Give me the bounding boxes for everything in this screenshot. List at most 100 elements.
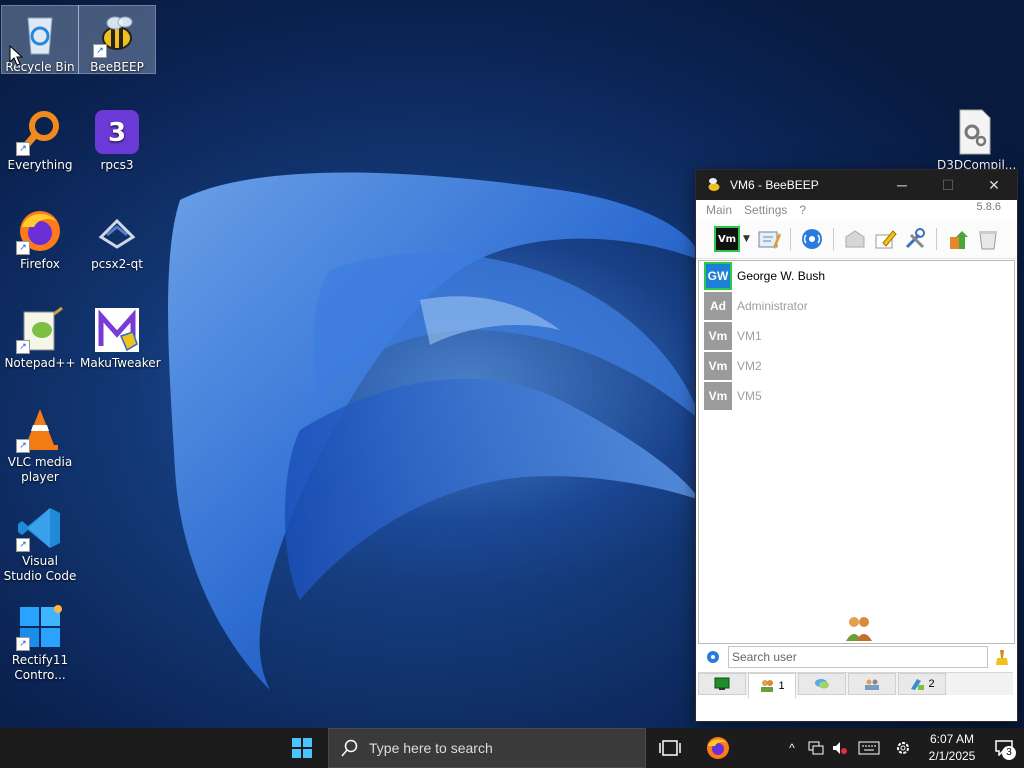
- firefox-icon: [707, 737, 729, 759]
- tab-groups[interactable]: [848, 673, 896, 695]
- tab-count: 2: [928, 678, 935, 690]
- taskbar: Type here to search ^ 6:07 AM 2/1/2025 3: [0, 728, 1024, 768]
- close-button[interactable]: ✕: [971, 170, 1017, 200]
- taskbar-search-placeholder: Type here to search: [369, 740, 493, 756]
- keyboard-icon[interactable]: [852, 728, 886, 768]
- desktop-icon-label: Visual Studio Code: [3, 554, 77, 583]
- task-view-button[interactable]: [646, 728, 694, 768]
- user-name: VM5: [737, 389, 762, 403]
- user-list[interactable]: GW George W. Bush Ad Administrator Vm VM…: [698, 260, 1015, 644]
- window-titlebar[interactable]: VM6 - BeeBEEP ─ ☐ ✕: [696, 170, 1017, 200]
- volume-muted-icon[interactable]: [828, 728, 852, 768]
- settings-gear-icon[interactable]: [886, 728, 920, 768]
- taskbar-search-box[interactable]: Type here to search: [328, 728, 646, 768]
- groups-icon: [865, 679, 879, 690]
- tab-users[interactable]: 1: [748, 673, 796, 698]
- mail-icon: [845, 230, 865, 248]
- user-row[interactable]: Vm VM2: [699, 351, 1014, 381]
- desktop-icon-notepadpp[interactable]: ↗ Notepad++: [2, 302, 78, 371]
- network-icon[interactable]: [804, 728, 828, 768]
- user-row[interactable]: Vm VM1: [699, 321, 1014, 351]
- network-button[interactable]: [799, 226, 825, 252]
- version-label: 5.8.6: [976, 201, 1001, 213]
- clock[interactable]: 6:07 AM 2/1/2025: [920, 731, 984, 765]
- notification-count-badge: 3: [1002, 746, 1016, 760]
- user-name: VM2: [737, 359, 762, 373]
- desktop-icon-label: rpcs3: [100, 158, 134, 172]
- taskbar-firefox-button[interactable]: [694, 728, 742, 768]
- shortcut-arrow-icon: ↗: [16, 340, 30, 354]
- clear-brush-icon[interactable]: [994, 648, 1010, 666]
- user-avatar: Vm: [704, 382, 732, 410]
- rpcs3-icon: 3: [93, 108, 141, 156]
- makutweaker-icon: [93, 306, 141, 354]
- desktop-icon-label: Notepad++: [4, 356, 76, 370]
- people-icon: [846, 617, 872, 641]
- user-name: Administrator: [737, 299, 808, 313]
- desktop-icon-pcsx2[interactable]: pcsx2-qt: [79, 203, 155, 272]
- minimize-button[interactable]: ─: [879, 170, 925, 200]
- maximize-button[interactable]: ☐: [925, 170, 971, 200]
- user-avatar: GW: [704, 262, 732, 290]
- search-icon: [341, 739, 358, 757]
- vcard-edit-icon: [758, 231, 781, 249]
- user-row[interactable]: Ad Administrator: [699, 291, 1014, 321]
- note-pencil-icon: [875, 230, 897, 249]
- status-button[interactable]: Vm ▼: [712, 226, 752, 252]
- desktop[interactable]: Recycle Bin ↗ BeeBEEP ↗ Everything 3 rpc…: [0, 0, 1024, 728]
- tab-monitor[interactable]: [698, 673, 746, 695]
- monitor-icon: [714, 677, 730, 690]
- vlc-cone-icon: ↗: [16, 405, 64, 453]
- pcsx2-icon: [93, 207, 141, 255]
- user-row[interactable]: GW George W. Bush: [699, 261, 1014, 291]
- task-view-icon: [659, 740, 681, 756]
- toolbar-separator: [833, 228, 834, 250]
- beebeep-window[interactable]: VM6 - BeeBEEP ─ ☐ ✕ Main Settings ? 5.8.…: [695, 169, 1018, 722]
- desktop-icon-vlc[interactable]: ↗ VLC media player: [2, 401, 78, 485]
- tab-files[interactable]: 2: [898, 673, 946, 695]
- tab-chats[interactable]: [798, 673, 846, 695]
- mouse-cursor-icon: [9, 45, 23, 66]
- offline-messages-button[interactable]: [842, 226, 868, 252]
- menu-help[interactable]: ?: [793, 203, 812, 217]
- desktop-icon-label: Everything: [7, 158, 73, 172]
- desktop-icon-label: pcsx2-qt: [91, 257, 143, 271]
- clock-time: 6:07 AM: [929, 732, 975, 746]
- search-options-icon[interactable]: [704, 648, 722, 666]
- show-hidden-icons-chevron-icon[interactable]: ^: [780, 728, 804, 768]
- tools-button[interactable]: [902, 226, 928, 252]
- system-tray: ^ 6:07 AM 2/1/2025 3: [780, 728, 1024, 768]
- update-button[interactable]: [945, 226, 971, 252]
- desktop-icon-rpcs3[interactable]: 3 rpcs3: [79, 104, 155, 173]
- desktop-icon-makutweaker[interactable]: MakuTweaker: [79, 302, 161, 371]
- start-button[interactable]: [278, 728, 326, 768]
- vscode-icon: ↗: [16, 504, 64, 552]
- desktop-icon-d3dcompiler[interactable]: D3DCompil...: [936, 104, 1016, 173]
- notifications-button[interactable]: 3: [984, 728, 1024, 768]
- user-row[interactable]: Vm VM5: [699, 381, 1014, 411]
- window-title: VM6 - BeeBEEP: [730, 178, 819, 192]
- search-user-input[interactable]: [728, 646, 988, 668]
- desktop-icon-label: MakuTweaker: [80, 356, 161, 370]
- desktop-icon-firefox[interactable]: ↗ Firefox: [2, 203, 78, 272]
- shortcut-arrow-icon: ↗: [16, 637, 30, 651]
- desktop-icon-everything[interactable]: ↗ Everything: [2, 104, 78, 173]
- settings-file-icon: [950, 108, 998, 156]
- user-avatar: Vm: [704, 322, 732, 350]
- user-name: George W. Bush: [737, 269, 826, 283]
- shortcut-arrow-icon: ↗: [16, 241, 30, 255]
- users-icon: [761, 680, 774, 692]
- desktop-icon-vscode[interactable]: ↗ Visual Studio Code: [2, 500, 78, 584]
- trash-button[interactable]: [975, 226, 1001, 252]
- write-message-button[interactable]: [872, 226, 898, 252]
- desktop-icon-rectify11[interactable]: ↗ Rectify11 Contro...: [2, 599, 78, 683]
- edit-profile-button[interactable]: [756, 226, 782, 252]
- desktop-icon-label: Firefox: [20, 257, 60, 271]
- recycle-bin-icon: [16, 10, 64, 58]
- magnifier-icon: ↗: [16, 108, 64, 156]
- desktop-icon-label: BeeBEEP: [90, 60, 144, 74]
- menu-settings[interactable]: Settings: [738, 203, 793, 217]
- desktop-icon-beebeep[interactable]: ↗ BeeBEEP: [78, 5, 156, 74]
- menu-main[interactable]: Main: [700, 203, 738, 217]
- bottom-tabs: 1 2: [698, 672, 1013, 698]
